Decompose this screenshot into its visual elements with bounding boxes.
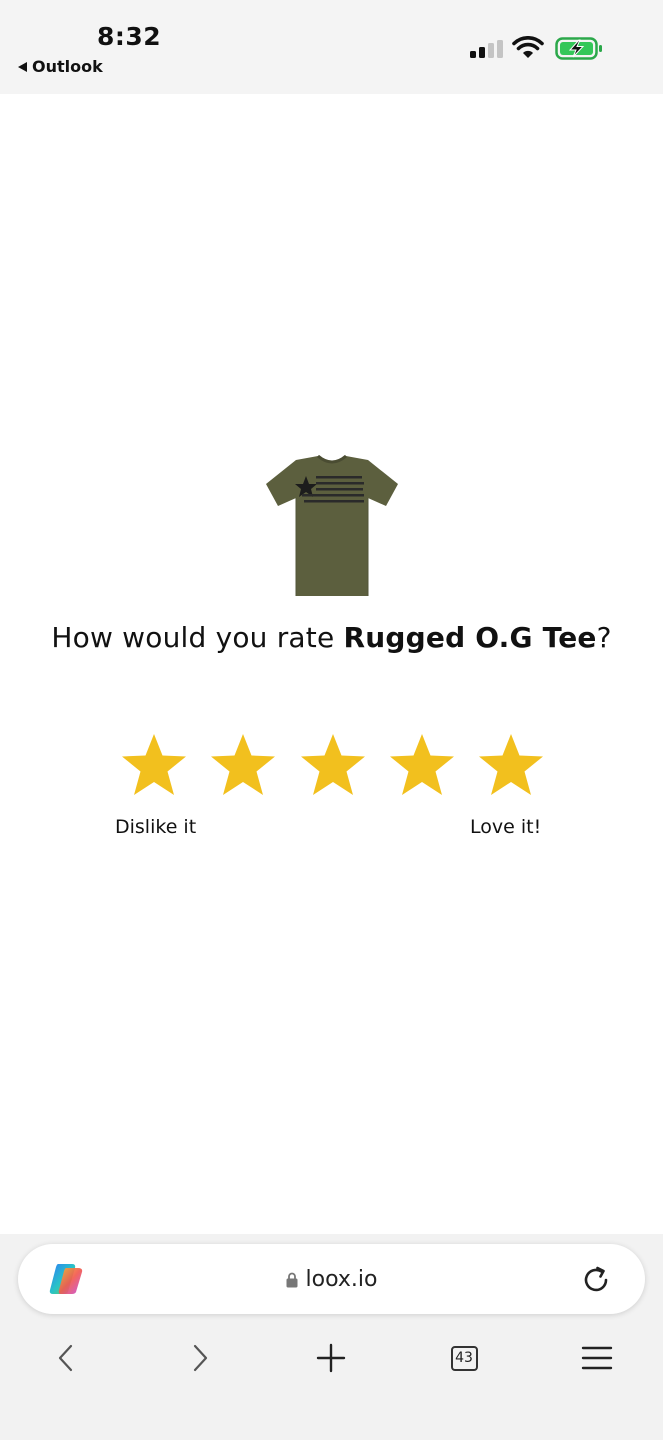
browser-toolbar: 43 [0,1338,663,1386]
back-app-label: Outlook [32,57,103,76]
question-suffix: ? [596,621,612,654]
back-button[interactable] [46,1338,86,1378]
star-4-button[interactable] [388,732,456,798]
product-image [266,454,398,596]
forward-icon [193,1344,208,1372]
star-icon [300,734,365,795]
new-tab-button[interactable] [311,1338,351,1378]
star-rating [120,732,545,800]
status-time: 8:32 [97,22,162,51]
signal-icon [470,40,503,58]
star-3-button[interactable] [299,732,367,798]
browser-bar: loox.io 43 [0,1234,663,1440]
back-arrow-icon [18,61,27,72]
tabs-button[interactable]: 43 [444,1338,484,1378]
rating-question: How would you rate Rugged O.G Tee? [0,621,663,654]
review-page: How would you rate Rugged O.G Tee? Disli… [0,94,663,1234]
menu-icon [581,1346,613,1370]
product-name: Rugged O.G Tee [343,621,597,654]
tabs-icon: 43 [450,1345,478,1371]
lock-icon [286,1272,298,1288]
star-1-button[interactable] [120,732,188,798]
url-display[interactable]: loox.io [18,1244,645,1314]
wifi-icon [512,36,544,58]
status-bar: 8:32 Outlook [0,0,663,94]
star-icon [389,734,454,795]
star-2-button[interactable] [209,732,277,798]
back-icon [58,1344,73,1372]
address-bar[interactable]: loox.io [18,1244,645,1314]
star-icon [479,734,543,795]
battery-charging-icon [555,37,602,60]
forward-button[interactable] [180,1338,220,1378]
menu-button[interactable] [577,1338,617,1378]
star-icon [211,734,276,795]
label-dislike: Dislike it [115,816,197,838]
label-love: Love it! [470,816,542,838]
star-5-button[interactable] [477,732,545,798]
back-to-app-button[interactable]: Outlook [18,57,103,76]
question-prefix: How would you rate [51,621,344,654]
url-text: loox.io [305,1266,378,1292]
star-icon [122,734,186,795]
new-tab-icon [316,1343,346,1373]
reload-icon[interactable] [580,1264,612,1296]
